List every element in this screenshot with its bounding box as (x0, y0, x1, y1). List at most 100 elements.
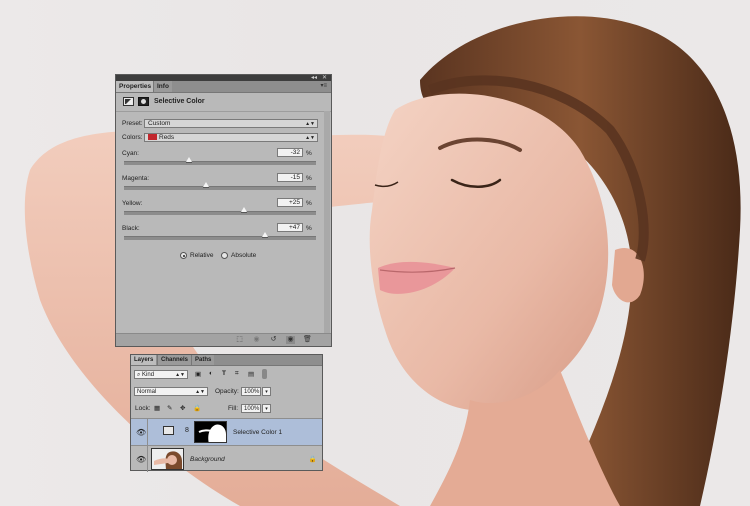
visibility-icon[interactable]: ◉ (286, 336, 295, 344)
colors-label: Colors: (122, 134, 143, 141)
black-label: Black: (122, 225, 140, 232)
layer-mask-thumbnail[interactable] (194, 421, 227, 443)
cyan-label: Cyan: (122, 150, 139, 157)
chevron-updown-icon: ▲▼ (305, 135, 315, 141)
lock-label: Lock: (135, 405, 151, 412)
background-photo (24, 16, 741, 506)
layers-tabs: Layers Channels Paths (131, 355, 322, 366)
absolute-label: Absolute (231, 252, 257, 260)
properties-tabs: Properties Info ▾≡ (116, 81, 331, 93)
magenta-label: Magenta: (122, 175, 150, 182)
layers-panel: Layers Channels Paths ⌕ Kind ▲▼ ▣ ◐ T ⌗ ▤… (130, 354, 323, 472)
mask-icon[interactable] (138, 97, 149, 106)
blend-mode-dropdown[interactable]: Normal ▲▼ (134, 387, 208, 396)
shape-filter-icon[interactable]: ⌗ (235, 370, 239, 378)
yellow-value[interactable]: +25 (277, 198, 303, 207)
chevron-updown-icon: ▲▼ (195, 389, 205, 395)
eye-icon[interactable]: 👁 (136, 455, 146, 464)
tab-properties[interactable]: Properties (116, 81, 155, 92)
divider (147, 446, 148, 472)
lock-all-icon[interactable]: 🔒 (193, 404, 201, 412)
fill-input[interactable]: 100% (241, 404, 261, 413)
eye-icon[interactable]: 👁 (136, 428, 146, 437)
preset-label: Preset: (122, 120, 143, 127)
layer-name: Selective Color 1 (233, 429, 283, 436)
collapse-icon[interactable]: ◂◂ (311, 74, 317, 81)
adjustment-title: Selective Color (154, 98, 205, 105)
magenta-slider[interactable] (124, 182, 316, 190)
opacity-dropdown-button[interactable]: ▾ (262, 387, 271, 396)
lock-transparent-icon[interactable]: ▦ (154, 404, 160, 412)
layer-thumbnail[interactable] (151, 448, 184, 470)
properties-footer: ⬚ ◉ ↺ ◉ 🗑 (116, 333, 331, 346)
yellow-slider-thumb[interactable] (241, 207, 247, 213)
properties-panel: ◂◂ ✕ Properties Info ▾≡ Selective Color … (115, 74, 332, 347)
adjustment-icon (123, 97, 134, 106)
tab-layers[interactable]: Layers (131, 355, 157, 365)
cyan-value[interactable]: -32 (277, 148, 303, 157)
lock-icon: 🔒 (308, 456, 317, 463)
reset-icon[interactable]: ↺ (269, 336, 278, 344)
smart-object-filter-icon[interactable]: ▤ (248, 370, 254, 378)
radio-selected-icon (180, 252, 187, 259)
opacity-label: Opacity: (215, 388, 239, 395)
magenta-slider-thumb[interactable] (202, 182, 209, 188)
layer-name: Background (190, 456, 225, 463)
layer-row[interactable]: 👁 Background 🔒 (131, 445, 322, 472)
preset-value: Custom (148, 120, 171, 127)
cyan-slider[interactable] (124, 157, 316, 165)
black-slider-thumb[interactable] (262, 232, 269, 238)
selective-color-icon (163, 426, 174, 435)
relative-radio[interactable]: Relative (180, 252, 213, 259)
yellow-label: Yellow: (122, 200, 143, 207)
colors-dropdown[interactable]: Reds ▲▼ (144, 133, 318, 142)
relative-label: Relative (190, 252, 214, 260)
colors-value: Reds (159, 134, 175, 141)
chevron-updown-icon: ▲▼ (175, 372, 185, 378)
adjustment-filter-icon[interactable]: ◐ (209, 370, 213, 377)
preset-dropdown[interactable]: Custom ▲▼ (144, 119, 318, 128)
cyan-slider-thumb[interactable] (186, 157, 193, 163)
percent-label: % (306, 175, 312, 182)
view-previous-icon[interactable]: ◉ (252, 336, 261, 344)
fill-dropdown-button[interactable]: ▾ (262, 404, 271, 413)
tab-paths[interactable]: Paths (191, 355, 215, 365)
lock-row: Lock: ▦ ✎ ✥ 🔒 Fill: 100% ▾ (131, 404, 322, 416)
kind-filter-dropdown[interactable]: ⌕ Kind ▲▼ (134, 370, 188, 379)
divider (147, 419, 148, 445)
scrollbar[interactable] (324, 111, 330, 333)
filter-row: ⌕ Kind ▲▼ ▣ ◐ T ⌗ ▤ (131, 369, 322, 382)
black-value[interactable]: +47 (277, 223, 303, 232)
blend-row: Normal ▲▼ Opacity: 100% ▾ (131, 387, 322, 399)
clip-to-layer-icon[interactable]: ⬚ (235, 336, 244, 344)
link-icon[interactable]: 8 (185, 427, 189, 434)
lock-move-icon[interactable]: ✥ (180, 404, 185, 412)
trash-icon[interactable]: 🗑 (303, 336, 312, 344)
opacity-input[interactable]: 100% (241, 387, 261, 396)
close-icon[interactable]: ✕ (322, 74, 327, 81)
kind-filter-value: Kind (142, 372, 155, 378)
tab-channels[interactable]: Channels (157, 355, 192, 365)
adjustment-header: Selective Color (116, 93, 331, 112)
magenta-value[interactable]: -15 (277, 173, 303, 182)
panel-menu-icon[interactable]: ▾≡ (320, 82, 327, 89)
type-filter-icon[interactable]: T (222, 370, 226, 377)
blend-mode-value: Normal (137, 389, 157, 395)
percent-label: % (306, 150, 312, 157)
radio-icon (221, 252, 228, 259)
mask-silhouette-icon (198, 424, 226, 442)
percent-label: % (306, 225, 312, 232)
yellow-slider[interactable] (124, 207, 316, 215)
filter-toggle[interactable] (262, 369, 267, 379)
layer-row[interactable]: 👁 8 Selective Color 1 (131, 418, 322, 445)
lock-brush-icon[interactable]: ✎ (167, 404, 172, 412)
fill-label: Fill: (228, 405, 239, 412)
tab-info[interactable]: Info (153, 81, 172, 92)
percent-label: % (306, 200, 312, 207)
color-swatch (148, 134, 157, 141)
chevron-updown-icon: ▲▼ (305, 121, 315, 127)
black-slider[interactable] (124, 232, 316, 240)
photo-thumbnail-icon (154, 451, 182, 469)
pixel-filter-icon[interactable]: ▣ (195, 370, 201, 378)
absolute-radio[interactable]: Absolute (221, 252, 256, 259)
